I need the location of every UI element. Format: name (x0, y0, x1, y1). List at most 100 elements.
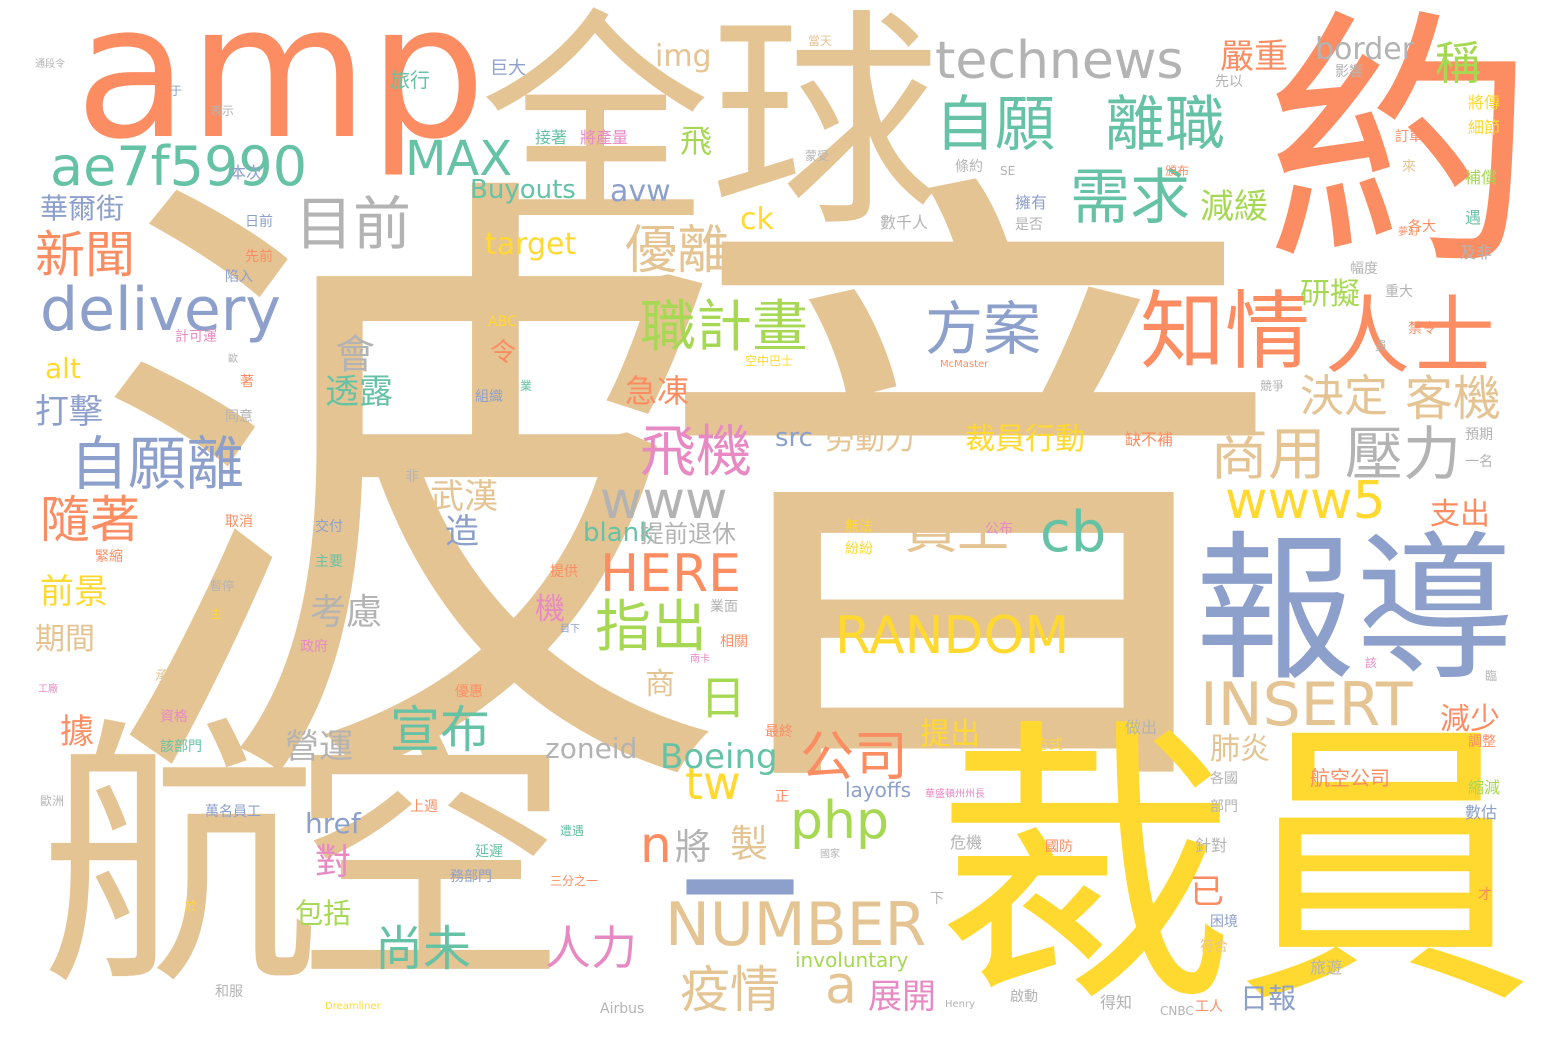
word-10k-staff: 萬名員工 (205, 804, 261, 820)
word-right: 正 (775, 789, 789, 805)
word-period: 期間 (35, 622, 95, 657)
word-layoff-action: 裁員行動 (965, 422, 1085, 457)
word-south-carolina: 南卡 (690, 654, 710, 665)
word-issued: 頒布 (1165, 164, 1190, 178)
word-ban: 禁令 (1408, 321, 1436, 337)
word-daily: 日報 (1240, 982, 1297, 1015)
word-recently: 日前 (245, 214, 273, 230)
word-dash: — (680, 810, 800, 949)
word-commercial: 商用 (1210, 420, 1327, 488)
word-own: 擁有 (1015, 193, 1048, 212)
word-tongduanling: 通段令 (35, 59, 65, 70)
word-extent: 幅度 (1350, 261, 1378, 277)
word-impact: 影響 (1335, 64, 1363, 80)
word-huge: 巨大 (490, 58, 526, 79)
word-aircraft: 飛機 (640, 420, 752, 485)
word-thousands: 數千人 (880, 213, 929, 232)
word-boeing-en: Boeing (660, 737, 778, 777)
word-operation: 營運 (285, 727, 353, 767)
word-countries: 各國 (1210, 771, 1238, 787)
word-voluntary: 自願 (935, 90, 1055, 160)
word-delivery: delivery (40, 275, 281, 345)
word-treaty: 條約 (955, 159, 983, 175)
word-fall-into: 陷入 (225, 269, 253, 285)
word-henry: Henry (945, 999, 976, 1010)
word-dilemma: 困境 (1210, 914, 1238, 930)
word-insert: INSERT (1200, 670, 1413, 740)
word-php: php (790, 791, 889, 851)
word-face: 臨 (1485, 669, 1498, 683)
word-express: 表示 (210, 104, 235, 118)
word-slowdown: 減緩 (1200, 187, 1268, 227)
word-adjust: 調整 (1468, 734, 1496, 750)
word-department: 部門 (1210, 799, 1238, 815)
word-informed: 知情 (1140, 283, 1311, 382)
word-at: 於 (185, 899, 198, 913)
word-day: 日 (700, 671, 746, 725)
word-ae7f5990: ae7f5990 (50, 135, 308, 198)
word-expected: 預計 (640, 199, 668, 215)
word-significant: 重大 (1385, 284, 1413, 300)
word-report: 報導 (1195, 516, 1516, 703)
word-resign: 離職 (1105, 90, 1225, 160)
word-worker: 工人 (1195, 999, 1223, 1015)
word-previously: 先前 (245, 249, 273, 265)
word-layoffs: layoffs (845, 778, 912, 802)
word-cloud: 波音 裁員 全球 約 amp 報導 航空 technews 自願 離職 ae7f… (0, 0, 1548, 1052)
word-serious: 嚴重 (1220, 37, 1288, 77)
word-now: 目下 (560, 624, 580, 635)
word-that-day: 當天 (808, 34, 833, 48)
word-industry: 業 (520, 379, 533, 393)
word-one-person: 一名 (1465, 454, 1493, 470)
word-along-with: 隨著 (40, 491, 140, 549)
word-include: 包括 (295, 897, 352, 930)
word-reveal: 透露 (325, 372, 393, 412)
word-delay: 延遲 (475, 844, 503, 860)
word-outlook: 前景 (40, 572, 108, 612)
word-details: 細節 (1468, 118, 1501, 137)
word-early-retire: 提前退休 (640, 520, 736, 548)
word-fly: 飛 (680, 122, 713, 160)
word-marks: 著 (240, 374, 254, 390)
word-travel: 旅行 (390, 68, 430, 92)
word-commerce: 商 (645, 667, 675, 702)
word-src: src (775, 423, 813, 453)
word-border: border (1315, 32, 1415, 67)
word-and-non: 及非 (1460, 243, 1493, 262)
word-only: 才 (1478, 887, 1492, 903)
word-se: SE (1000, 164, 1016, 178)
word-main: 主要 (315, 554, 343, 570)
word-below: 下 (930, 891, 944, 907)
word-final: 最終 (765, 724, 793, 740)
word-encounter: 遭遇 (560, 824, 585, 838)
word-government: 政府 (300, 639, 328, 655)
word-airline: 航空公司 (1310, 766, 1390, 790)
word-involuntary: involuntary (795, 948, 909, 972)
word-mcmaster: McMaster (940, 359, 989, 370)
word-service-dept: 務部門 (450, 869, 492, 885)
word-learn: 得知 (1100, 993, 1133, 1012)
word-europe-zh: 歐洲 (40, 794, 65, 808)
word-pneumonia: 肺炎 (1210, 732, 1270, 767)
word-cause: 造 (445, 512, 479, 552)
word-manpower: 人力 (545, 921, 637, 975)
word-primary: 主 (210, 607, 223, 621)
word-youli: 優離 (625, 221, 730, 281)
word-crisis: 危機 (950, 833, 983, 852)
word-suspend: 暫停 (210, 579, 235, 593)
word-compete: 競爭 (1260, 379, 1285, 393)
word-propose: 提出 (920, 717, 980, 752)
word-cnbc: CNBC (1160, 1004, 1194, 1018)
word-suffer: 蒙受 (805, 149, 830, 163)
word-toward: 對 (315, 842, 352, 883)
word-dream: 夢幻 (1398, 227, 1418, 238)
word-meet: 遇 (1465, 208, 1482, 227)
word-one-third: 三分之一 (550, 874, 599, 888)
word-news: 新聞 (35, 226, 135, 284)
word-drafting: 研擬 (1300, 277, 1360, 312)
word-freeze: 急凍 (625, 372, 690, 410)
word-defense: 國防 (1045, 839, 1073, 855)
word-voluntary-leave: 自願離 (70, 430, 245, 498)
word-epidemic: 疫情 (680, 961, 780, 1019)
word-provide: 提供 (550, 564, 578, 580)
